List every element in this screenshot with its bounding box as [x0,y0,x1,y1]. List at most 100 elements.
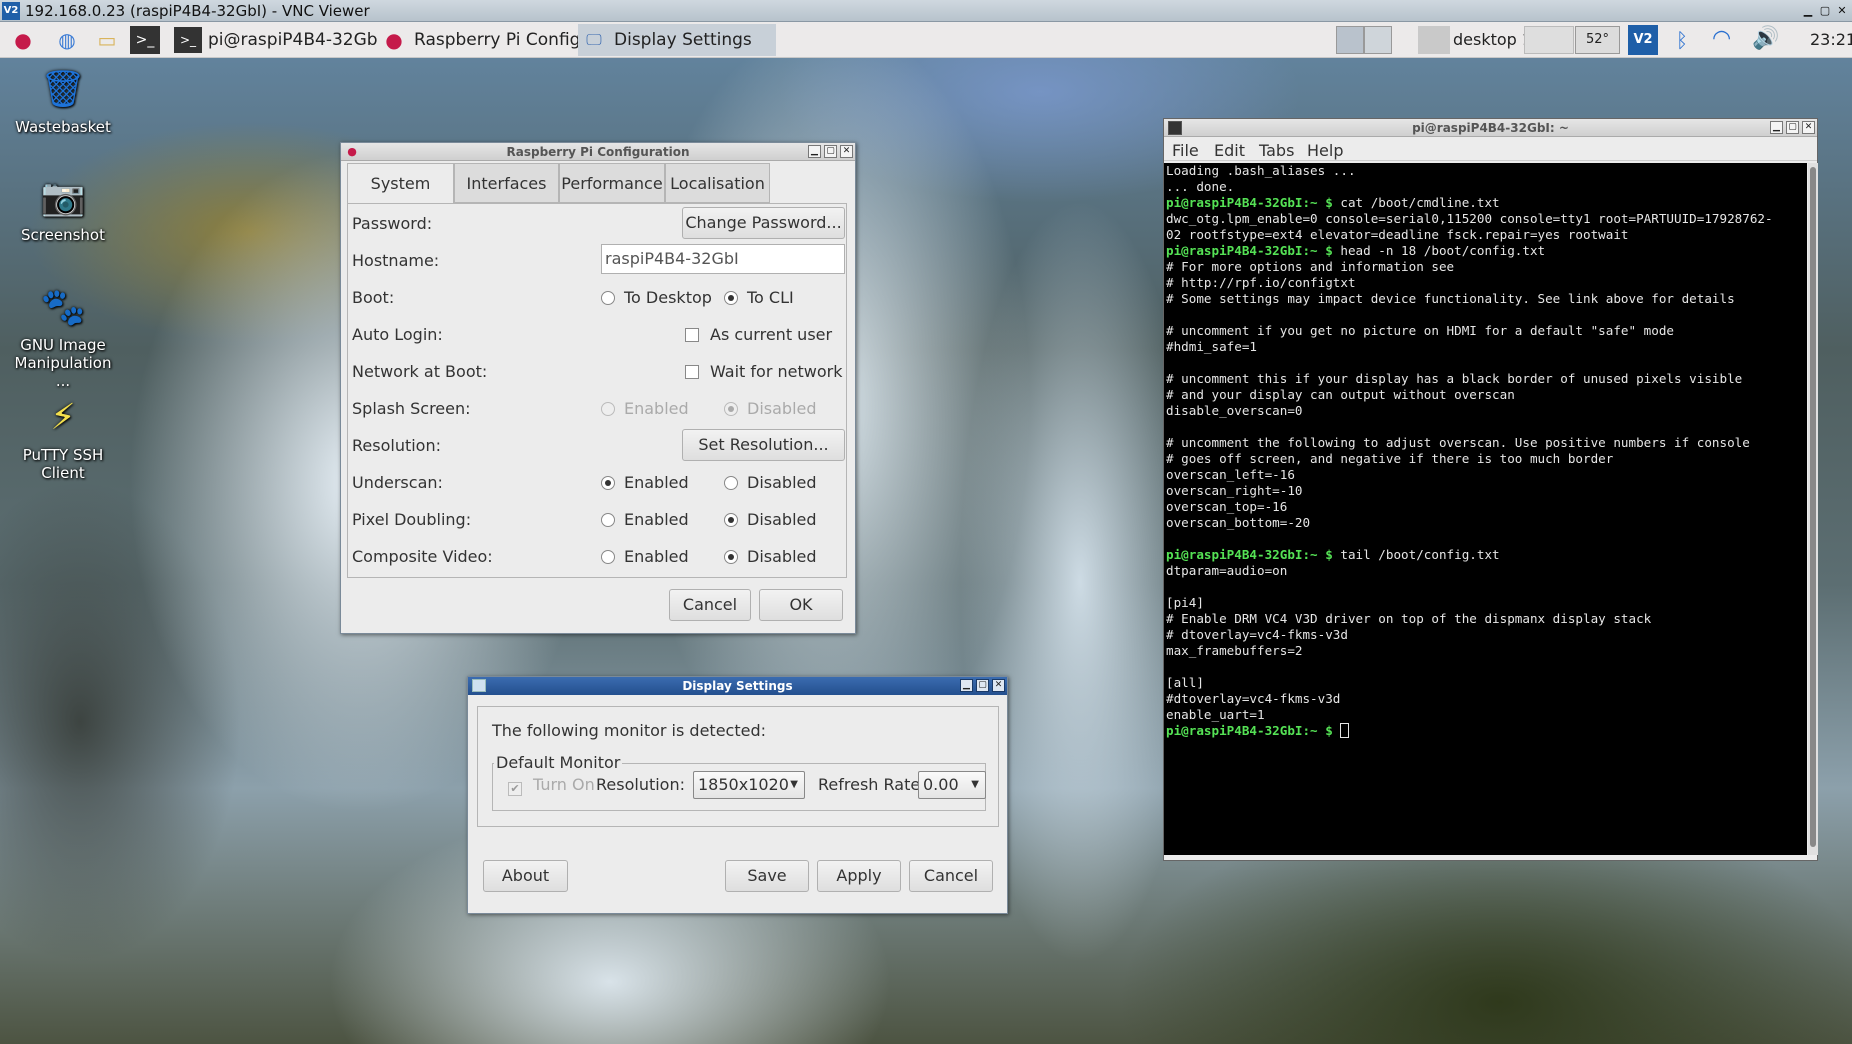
refresh-rate-value: 0.00 [923,775,959,794]
tab-interfaces[interactable]: Interfaces [454,163,559,203]
desktop-pager-2[interactable] [1364,26,1392,54]
maximize-button[interactable]: ▢ [824,145,837,158]
terminal-text: Loading .bash_aliases ... [1166,163,1356,178]
boot-to-cli-radio[interactable]: To CLI [724,288,794,307]
config-cancel-button[interactable]: Cancel [669,589,751,621]
underscan-disabled-radio[interactable]: Disabled [724,473,817,492]
taskbar-task-display-settings[interactable]: 🖵 Display Settings [578,24,776,56]
taskbar-task-terminal[interactable]: >_ pi@raspiP4B4-32GbI:... [172,24,377,56]
volume-icon[interactable]: 🔊 [1752,26,1779,51]
minimize-button[interactable]: ▁ [1770,121,1783,134]
terminal-text: ... done. [1166,179,1235,194]
vnc-minimize-button[interactable]: ▁ [1800,3,1816,18]
menu-help[interactable]: Help [1307,139,1343,163]
terminal-line: # uncomment this if your display has a b… [1166,371,1807,387]
checkbox-icon [685,328,699,342]
desktop-icon-screenshot[interactable]: 📷 Screenshot [8,174,118,244]
checkbox-checked-icon: ✔ [508,782,522,796]
terminal-scrollbar[interactable] [1808,163,1818,855]
tab-performance[interactable]: Performance [559,163,665,203]
tab-localisation[interactable]: Localisation [665,163,770,203]
terminal-text: #dtoverlay=vc4-fkms-v3d [1166,691,1341,706]
save-button[interactable]: Save [725,860,809,892]
window-title: pi@raspiP4B4-32GbI: ~ [1412,121,1569,135]
desktop-pager-1[interactable] [1336,26,1364,54]
composite-disabled-radio[interactable]: Disabled [724,547,817,566]
change-password-button[interactable]: Change Password... [682,207,845,239]
resolution-label: Resolution: [352,436,441,455]
radio-icon [601,513,615,527]
wait-for-network-checkbox[interactable]: Wait for network [685,362,842,381]
radio-label: Enabled [624,547,689,566]
terminal-line: overscan_top=-16 [1166,499,1807,515]
terminal-line: # dtoverlay=vc4-fkms-v3d [1166,627,1807,643]
clock[interactable]: 23:21 [1810,22,1852,58]
web-browser-icon[interactable]: ◍ [52,26,82,54]
raspi-config-title-bar[interactable]: ● Raspberry Pi Configuration ▁ ▢ ✕ [341,143,855,161]
bluetooth-icon[interactable]: ᛒ [1676,28,1688,52]
menu-tabs[interactable]: Tabs [1259,139,1294,163]
vnc-close-button[interactable]: ✕ [1834,3,1850,18]
underscan-enabled-radio[interactable]: Enabled [601,473,689,492]
terminal-text: # uncomment this if your display has a b… [1166,371,1743,386]
radio-checked-icon [724,402,738,416]
maximize-button[interactable]: ▢ [1786,121,1799,134]
splash-disabled-radio: Disabled [724,399,817,418]
vnc-title-bar: V2 192.168.0.23 (raspiP4B4-32GbI) - VNC … [0,0,1852,22]
about-button[interactable]: About [483,860,568,892]
autologin-checkbox[interactable]: As current user [685,325,832,344]
boot-to-desktop-radio[interactable]: To Desktop [601,288,712,307]
close-button[interactable]: ✕ [840,145,853,158]
radio-icon [601,291,615,305]
terminal-text: # goes off screen, and negative if there… [1166,451,1614,466]
hostname-input[interactable]: raspiP4B4-32GbI [601,244,845,274]
radio-checked-icon [601,476,615,490]
pixel-doubling-enabled-radio[interactable]: Enabled [601,510,689,529]
minimize-button[interactable]: ▁ [960,679,973,692]
desktop-icon-label: Screenshot [21,226,105,244]
password-label: Password: [352,214,433,233]
terminal-cursor [1340,723,1350,738]
vnc-maximize-button[interactable]: ▢ [1817,3,1833,18]
desktop-icon-putty[interactable]: ⚡ PuTTY SSH Client [8,394,118,482]
terminal-line: pi@raspiP4B4-32GbI:~ $ head -n 18 /boot/… [1166,243,1807,259]
tab-system[interactable]: System [347,163,454,205]
composite-enabled-radio[interactable]: Enabled [601,547,689,566]
scrollbar-thumb[interactable] [1810,167,1816,847]
radio-label: Enabled [624,510,689,529]
refresh-rate-select[interactable]: 0.00 ▼ [918,771,986,799]
terminal-launcher-icon[interactable]: >_ [130,26,160,54]
taskbar-task-config[interactable]: ● Raspberry Pi Configu... [378,24,578,56]
apply-button[interactable]: Apply [817,860,901,892]
terminal-line: pi@raspiP4B4-32GbI:~ $ tail /boot/config… [1166,547,1807,563]
minimize-button[interactable]: ▁ [808,145,821,158]
radio-label: Disabled [747,510,817,529]
display-settings-title-bar[interactable]: Display Settings ▁ ▢ ✕ [468,677,1007,695]
cpu-temp-widget: 52° [1575,26,1620,54]
menu-edit[interactable]: Edit [1214,139,1245,163]
desktop-icon-wastebasket[interactable]: 🗑 Wastebasket [8,66,118,136]
close-button[interactable]: ✕ [992,679,1005,692]
file-manager-icon[interactable]: ▭ [92,26,122,54]
cancel-button[interactable]: Cancel [909,860,993,892]
wifi-icon[interactable]: ◠ [1712,26,1731,51]
menu-file[interactable]: File [1172,139,1199,163]
desktop-icon-gimp[interactable]: 🐾 GNU Image Manipulation ... [8,284,118,390]
vnc-server-icon[interactable]: V2 [1628,25,1658,55]
config-ok-button[interactable]: OK [759,589,843,621]
close-button[interactable]: ✕ [1802,121,1815,134]
desktop-icon-label: Wastebasket [15,118,111,136]
terminal-title-bar[interactable]: pi@raspiP4B4-32GbI: ~ ▁ ▢ ✕ [1164,119,1817,137]
terminal-text: # http://rpf.io/configtxt [1166,275,1356,290]
raspberry-menu-icon[interactable]: ● [8,26,38,54]
terminal-line: enable_uart=1 [1166,707,1807,723]
terminal-text: # dtoverlay=vc4-fkms-v3d [1166,627,1348,642]
terminal-output[interactable]: Loading .bash_aliases ...... done. pi@ras… [1164,163,1807,855]
terminal-text: # uncomment the following to adjust over… [1166,435,1750,450]
resolution-select[interactable]: 1850x1020 ▼ [693,771,805,799]
pixel-doubling-disabled-radio[interactable]: Disabled [724,510,817,529]
terminal-line: ... done. [1166,179,1807,195]
set-resolution-button[interactable]: Set Resolution... [682,429,845,461]
maximize-button[interactable]: ▢ [976,679,989,692]
desktop-icon-label: GNU Image Manipulation ... [14,336,112,390]
